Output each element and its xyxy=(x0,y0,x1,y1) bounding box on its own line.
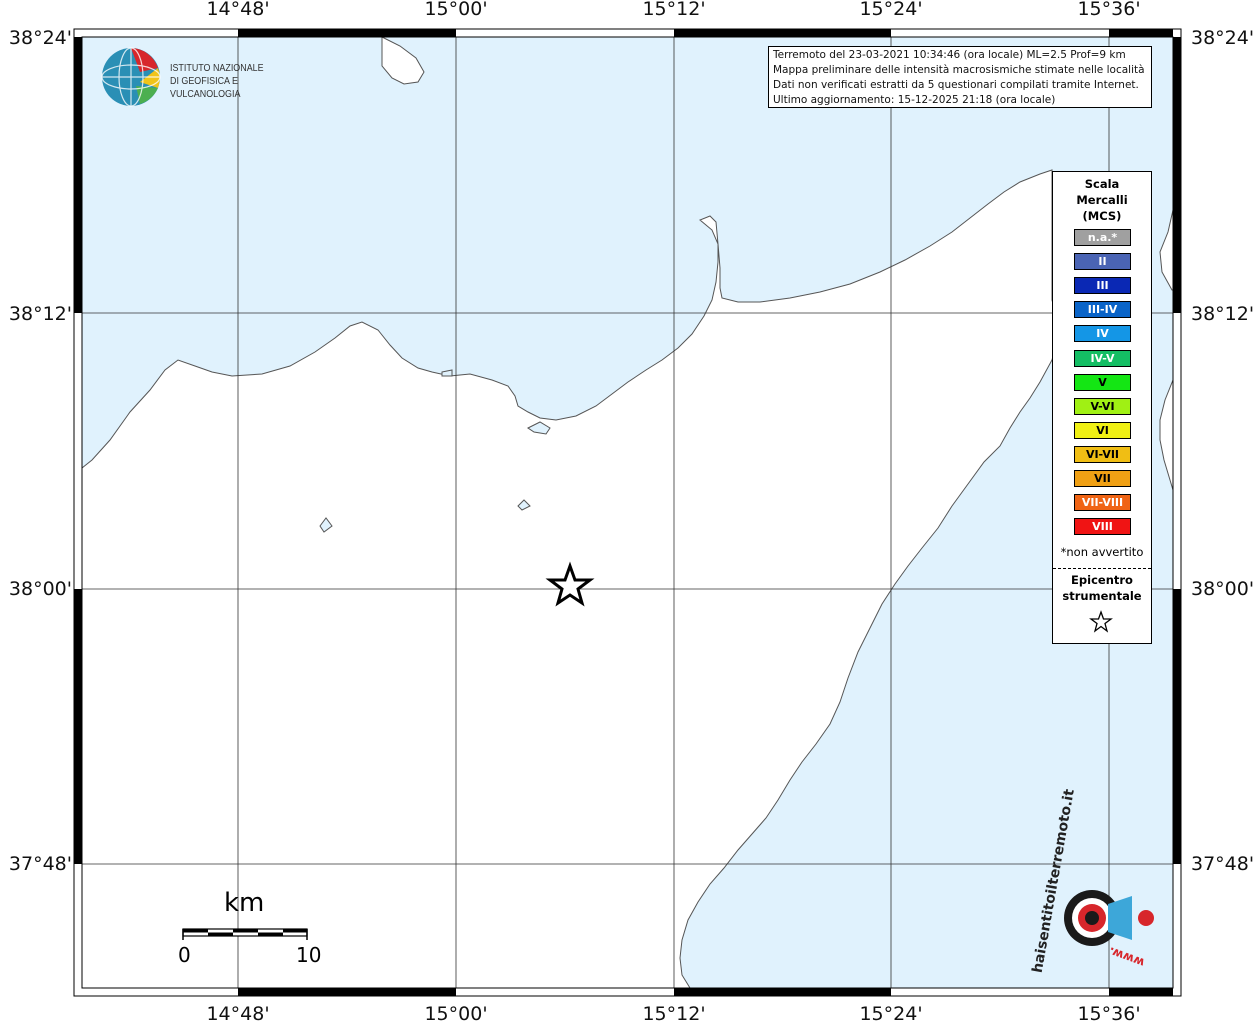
legend-title-line3: (MCS) xyxy=(1082,209,1122,223)
scale-ruler xyxy=(182,928,308,940)
legend-swatch: IV xyxy=(1074,325,1131,343)
legend-swatch: III-IV xyxy=(1074,301,1131,319)
mcs-legend: Scala Mercalli (MCS) n.a.* II III III-IV IV I… xyxy=(1052,171,1152,644)
legend-epicenter-line2: strumentale xyxy=(1062,589,1142,603)
event-description: Mappa preliminare delle intensità macros… xyxy=(773,64,1145,76)
legend-swatch: VIII xyxy=(1074,518,1131,536)
legend-swatch: V-VI xyxy=(1074,397,1131,415)
legend-divider xyxy=(1053,568,1151,569)
legend-epicenter-label: Epicentro strumentale xyxy=(1053,572,1151,604)
event-title: Terremoto del 23-03-2021 10:34:46 (ora l… xyxy=(773,49,1126,61)
legend-swatch: III xyxy=(1074,277,1131,295)
ingv-name-line1: ISTITUTO NAZIONALE xyxy=(170,62,264,74)
legend-swatch: VII xyxy=(1074,470,1131,487)
scale-start: 0 xyxy=(178,943,191,967)
scale-end: 10 xyxy=(296,943,322,967)
legend-swatch: II xyxy=(1074,253,1131,271)
legend-swatch: VI-VII xyxy=(1074,445,1131,463)
legend-star-icon xyxy=(1089,610,1113,633)
ingv-name-line2: DI GEOFISICA E VULCANOLOGIA xyxy=(170,75,241,100)
ingv-logo: ISTITUTO NAZIONALE DI GEOFISICA E VULCAN… xyxy=(100,46,320,110)
scale-bar: km 0 10 xyxy=(176,888,326,968)
event-updated: Ultimo aggiornamento: 15-12-2025 21:18 (… xyxy=(773,94,1056,106)
scale-unit: km xyxy=(224,888,265,918)
legend-title-line1: Scala xyxy=(1084,177,1120,191)
legend-swatch: V xyxy=(1074,373,1131,391)
legend-swatch: IV-V xyxy=(1074,349,1131,367)
legend-title: Scala Mercalli (MCS) xyxy=(1053,176,1151,224)
legend-title-line2: Mercalli xyxy=(1076,193,1128,207)
event-info-box: Terremoto del 23-03-2021 10:34:46 (ora l… xyxy=(768,46,1152,108)
legend-swatch: VII-VIII xyxy=(1074,494,1131,512)
hst-logo: haisentitoilterremoto.it www. xyxy=(1030,788,1165,977)
globe-icon xyxy=(101,47,161,107)
legend-swatch: VI xyxy=(1074,421,1131,439)
legend-swatch: n.a.* xyxy=(1074,229,1131,246)
event-source-note: Dati non verificati estratti da 5 questi… xyxy=(773,79,1139,91)
legend-note: *non avvertito xyxy=(1060,545,1144,559)
legend-epicenter-line1: Epicentro xyxy=(1071,573,1133,587)
